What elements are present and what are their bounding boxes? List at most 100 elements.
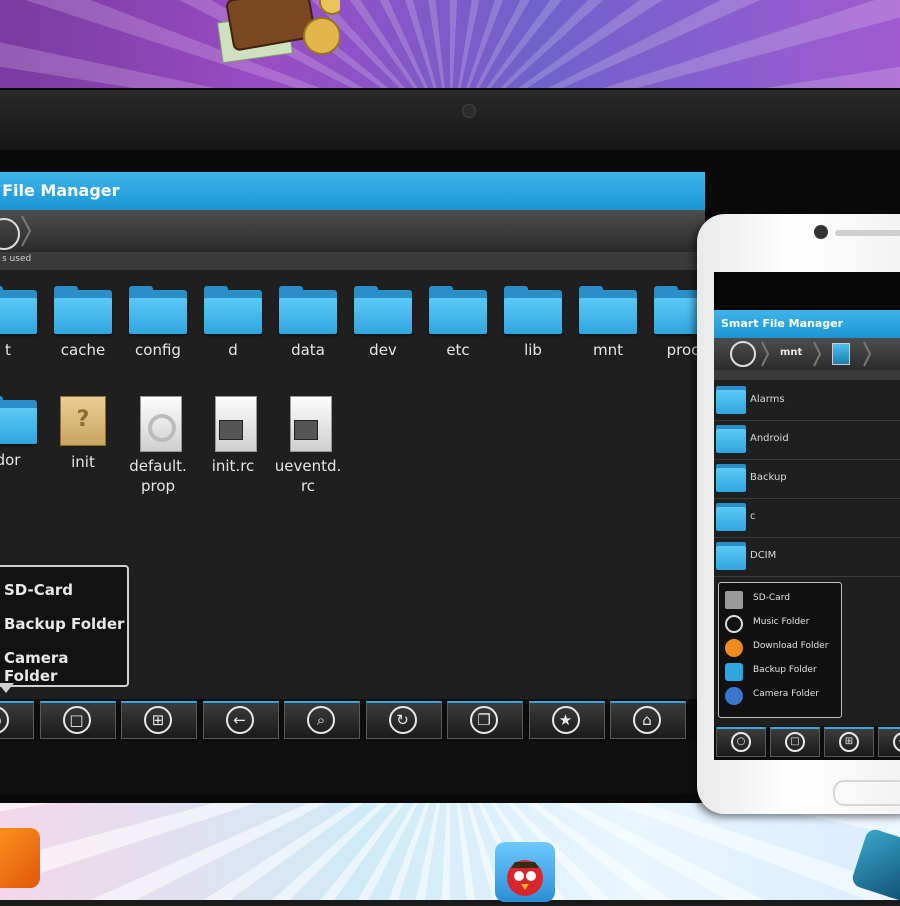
grid-item-label: d (228, 341, 238, 359)
sd-card-icon (725, 591, 743, 609)
grid-item-label: init.rc (211, 457, 255, 475)
grid-item-folder[interactable]: lib (497, 286, 569, 386)
phone-speaker (835, 230, 900, 236)
popup-item-backup-folder[interactable]: Backup Folder (4, 615, 124, 633)
toolbar-button[interactable]: ★ (528, 701, 605, 739)
grid-item-label: lib (524, 341, 542, 359)
phone-toolbar-button[interactable]: ○ (716, 727, 766, 757)
list-item-label: DCIM (750, 550, 777, 561)
grid-item-folder[interactable]: etc (422, 286, 494, 386)
folder-icon: □ (785, 732, 805, 752)
copy-icon: ❐ (470, 706, 498, 734)
phone-status-area (714, 272, 900, 310)
phone-path-bar: mnt (714, 338, 900, 370)
grid-item-file[interactable]: init.rc (197, 396, 269, 496)
sd-card-icon[interactable] (832, 343, 850, 365)
popup-item-backup-folder[interactable]: Backup Folder (725, 661, 837, 683)
popup-item-camera-folder[interactable]: Camera Folder (4, 649, 127, 685)
toolbar-button[interactable]: ⊞ (121, 701, 197, 739)
list-item-label: c (750, 511, 756, 522)
bottom-toolbar: ○ □ ⊞ ← ⌕ ↻ ❐ ★ ⌂ (0, 699, 705, 741)
list-item[interactable]: c (714, 499, 900, 538)
grid-item-file[interactable]: ueventd. rc (272, 396, 344, 496)
phone-root-icon[interactable] (730, 341, 756, 367)
grid-item-folder[interactable]: dor (0, 396, 44, 496)
grid-item-label: config (135, 341, 181, 359)
breadcrumb-separator-icon (863, 341, 872, 367)
promo-background-top (0, 0, 900, 92)
popup-item-sd-card[interactable]: SD-Card (4, 581, 73, 599)
popup-item-sd-card[interactable]: SD-Card (725, 589, 837, 611)
grid-item-folder[interactable]: cache (47, 286, 119, 386)
bookmark-icon: ○ (731, 732, 751, 752)
folder-icon: □ (62, 706, 91, 734)
unknown-file-icon: ? (60, 396, 106, 446)
star-icon: ★ (551, 706, 580, 734)
toolbar-button[interactable]: ⌂ (610, 701, 686, 739)
toolbar-button[interactable]: ↻ (365, 701, 442, 739)
grid-item-folder[interactable]: dev (347, 286, 419, 386)
phone-camera (814, 225, 828, 239)
popup-item-camera-folder[interactable]: Camera Folder (725, 685, 837, 707)
list-item[interactable]: Alarms (714, 382, 900, 421)
phone-storage-usage-bar (714, 370, 900, 380)
toolbar-button[interactable]: ○ (0, 701, 34, 739)
grid-item-label: etc (446, 341, 470, 359)
grid-item-file[interactable]: default. prop (122, 396, 194, 496)
phone-screen: Smart File Manager mnt Alarms Android Back… (714, 272, 900, 760)
grid-view-icon: ⊞ (144, 706, 172, 734)
grid-item-file[interactable]: ? init (47, 396, 119, 496)
phone-app-title: Smart File Manager (721, 317, 844, 330)
folder-icon (279, 286, 337, 334)
grid-item-folder[interactable]: data (272, 286, 344, 386)
script-file-icon (211, 396, 257, 452)
search-icon: ⌕ (307, 706, 335, 734)
toolbar-button[interactable]: ⌕ (284, 701, 360, 739)
grid-item-label: data (291, 341, 325, 359)
quick-access-popup: SD-Card Backup Folder Camera Folder (0, 565, 129, 687)
folder-icon (429, 286, 487, 334)
grid-item-folder[interactable]: mnt (572, 286, 644, 386)
toolbar-button[interactable]: ← (202, 701, 279, 739)
list-item[interactable]: Backup (714, 460, 900, 499)
folder-icon (354, 286, 412, 334)
phone-toolbar-button[interactable]: □ (770, 727, 820, 757)
toolbar-button[interactable]: □ (39, 701, 116, 739)
birds-game-app-icon (495, 842, 555, 902)
camera-icon (725, 687, 743, 705)
grid-item-folder[interactable]: config (122, 286, 194, 386)
phone-toolbar-button[interactable]: ⊞ (824, 727, 874, 757)
refresh-icon: ↻ (388, 706, 417, 734)
folder-icon (0, 396, 37, 444)
list-item[interactable]: DCIM (714, 538, 900, 577)
grid-item-folder[interactable]: d (197, 286, 269, 386)
back-arrow-icon: ← (893, 732, 900, 752)
popup-item-download-folder[interactable]: Download Folder (725, 637, 837, 659)
grid-item-label: default. prop (129, 457, 187, 495)
folder-icon (129, 286, 187, 334)
game-app-icon (0, 828, 40, 888)
path-bar (0, 210, 705, 252)
grid-item-label: dor (0, 451, 21, 469)
folder-icon (716, 429, 746, 453)
app-title-bar: Smart File Manager (0, 172, 705, 210)
back-arrow-icon: ← (225, 706, 254, 734)
grid-item-folder[interactable]: t (0, 286, 44, 386)
storage-usage-bar: s used (0, 252, 705, 270)
list-item-label: Backup (750, 472, 787, 483)
list-item[interactable]: Android (714, 421, 900, 460)
storage-root-icon[interactable] (0, 218, 20, 250)
backup-icon (725, 663, 743, 681)
toolbar-button[interactable]: ❐ (447, 701, 523, 739)
list-item-label: Android (750, 433, 789, 444)
grid-item-label: t (5, 341, 11, 359)
breadcrumb-separator-icon (21, 215, 32, 247)
phone-toolbar-button[interactable]: ← (878, 727, 900, 757)
grid-item-label: cache (60, 341, 106, 359)
tablet-bezel-top (0, 90, 900, 150)
folder-icon (0, 286, 37, 334)
breadcrumb-mnt[interactable]: mnt (780, 347, 802, 358)
phone-home-button[interactable] (833, 780, 900, 806)
folder-icon (204, 286, 262, 334)
popup-item-music-folder[interactable]: Music Folder (725, 613, 837, 635)
